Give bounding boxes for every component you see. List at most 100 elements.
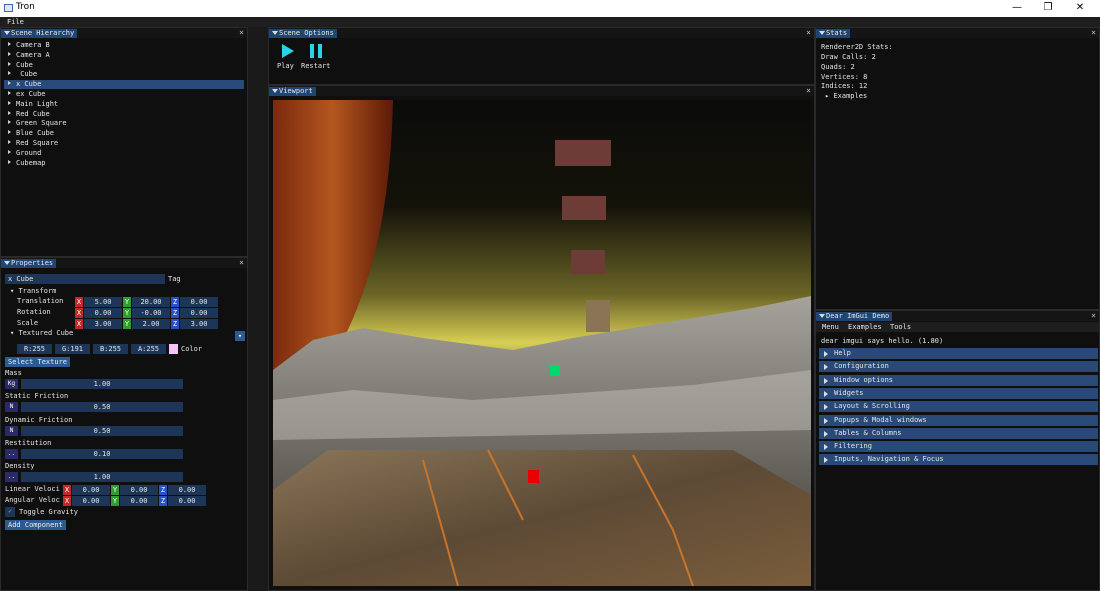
dynamic-friction-input[interactable]: 0.50 — [21, 426, 183, 436]
hierarchy-item[interactable]: Green Square — [8, 119, 67, 128]
hierarchy-item-label: Blue Cube — [16, 129, 54, 138]
menu-file[interactable]: File — [7, 18, 24, 26]
demo-section-header[interactable]: Configuration — [819, 361, 1098, 373]
color-a-field[interactable]: A:255 — [131, 344, 166, 354]
demo-menu-menu[interactable]: Menu — [822, 322, 839, 332]
hierarchy-item[interactable]: Cube — [8, 70, 37, 79]
demo-section-label: Filtering — [834, 442, 872, 451]
linear-x-input[interactable]: 0.00 — [72, 485, 110, 495]
maximize-button[interactable]: ❐ — [1034, 0, 1062, 17]
demo-section-header[interactable]: Help — [819, 348, 1098, 359]
demo-section-header[interactable]: Filtering — [819, 441, 1098, 453]
hierarchy-item[interactable]: Camera B — [8, 41, 50, 50]
angular-x-input[interactable]: 0.00 — [72, 496, 110, 506]
hierarchy-item[interactable]: Camera A — [8, 51, 50, 60]
color-g-field[interactable]: G:191 — [55, 344, 90, 354]
hierarchy-item-label: Camera A — [16, 50, 50, 59]
play-button[interactable]: Play — [277, 43, 297, 75]
scale-z-input[interactable]: 3.00 — [180, 319, 218, 329]
demo-section-header[interactable]: Tables & Columns — [819, 427, 1098, 439]
panel-header: Scene Options × — [269, 28, 814, 38]
hierarchy-item[interactable]: Ground — [8, 149, 41, 158]
rotation-y-input[interactable]: -0.00 — [132, 308, 170, 318]
tab-scene-options[interactable]: Scene Options — [269, 29, 337, 38]
hierarchy-item-label: Main Light — [16, 99, 59, 108]
scene-options-panel: Scene Options × Play Restart — [268, 27, 815, 85]
hierarchy-item-label: Green Square — [16, 119, 67, 128]
panel-header: Dear ImGui Demo × — [816, 311, 1099, 321]
hierarchy-item[interactable]: Red Cube — [8, 110, 50, 119]
demo-section-header[interactable]: Popups & Modal windows — [819, 414, 1098, 426]
close-icon[interactable]: × — [1091, 28, 1096, 38]
hierarchy-item[interactable]: Main Light — [8, 100, 58, 109]
translation-y-input[interactable]: 20.00 — [132, 297, 170, 307]
linear-y-input[interactable]: 0.00 — [120, 485, 158, 495]
angular-z-input[interactable]: 0.00 — [168, 496, 206, 506]
scale-x-axis-label: X — [75, 319, 83, 329]
app-icon — [4, 4, 13, 12]
angular-y-input[interactable]: 0.00 — [120, 496, 158, 506]
demo-section-header[interactable]: Window options — [819, 374, 1098, 386]
color-b-field[interactable]: B:255 — [93, 344, 128, 354]
color-r-field[interactable]: R:255 — [17, 344, 52, 354]
hierarchy-item[interactable]: Red Square — [8, 139, 58, 148]
scale-x-input[interactable]: 3.00 — [84, 319, 122, 329]
add-component-button[interactable]: Add Component — [5, 520, 66, 530]
hierarchy-item[interactable]: Blue Cube — [8, 129, 54, 138]
select-texture-button[interactable]: Select Texture — [5, 357, 71, 367]
close-icon[interactable]: × — [806, 86, 811, 96]
linear-z-axis-label: Z — [159, 485, 167, 495]
demo-menu-examples[interactable]: Examples — [848, 322, 882, 332]
translation-y-axis-label: Y — [123, 297, 131, 307]
hierarchy-item-label: Cube — [16, 70, 38, 79]
scale-y-input[interactable]: 2.00 — [132, 319, 170, 329]
tag-label: Tag — [168, 275, 181, 283]
pause-icon — [310, 44, 322, 58]
close-icon[interactable]: × — [239, 258, 244, 268]
linear-z-input[interactable]: 0.00 — [168, 485, 206, 495]
hierarchy-item[interactable]: Cube — [8, 61, 33, 70]
demo-section-header[interactable]: Layout & Scrolling — [819, 401, 1098, 413]
menu-bar: File — [0, 17, 1100, 27]
component-options-button[interactable]: ▾ — [235, 331, 245, 341]
scale-z-axis-label: Z — [171, 319, 179, 329]
tab-imgui-demo[interactable]: Dear ImGui Demo — [816, 312, 893, 321]
quads: Quads: 2 — [821, 63, 855, 71]
hierarchy-item[interactable]: x Cube — [4, 80, 244, 90]
mass-input[interactable]: 1.00 — [21, 379, 183, 389]
demo-section-header[interactable]: Inputs, Navigation & Focus — [819, 454, 1098, 466]
hierarchy-item[interactable]: Cubemap — [8, 159, 46, 168]
demo-section-header[interactable]: Widgets — [819, 387, 1098, 399]
examples-toggle[interactable]: ▸ Examples — [825, 91, 867, 101]
translation-z-axis-label: Z — [171, 297, 179, 307]
minimize-button[interactable]: — — [1003, 0, 1031, 17]
close-icon[interactable]: × — [239, 28, 244, 38]
rotation-z-input[interactable]: 0.00 — [180, 308, 218, 318]
close-icon[interactable]: × — [1091, 311, 1096, 321]
panel-header: Scene Hierarchy × — [1, 28, 247, 38]
density-input[interactable]: 1.00 — [21, 472, 183, 482]
linear-x-axis-label: X — [63, 485, 71, 495]
restitution-label: Restitution — [5, 439, 52, 447]
viewport-scene[interactable] — [273, 100, 811, 586]
close-window-button[interactable]: ✕ — [1066, 0, 1094, 17]
transform-toggle[interactable]: ▾ Transform — [10, 286, 56, 296]
demo-menu-tools[interactable]: Tools — [890, 322, 911, 332]
tab-stats[interactable]: Stats — [816, 29, 851, 38]
translation-z-input[interactable]: 0.00 — [180, 297, 218, 307]
translation-x-input[interactable]: 5.00 — [84, 297, 122, 307]
restitution-input[interactable]: 0.10 — [21, 449, 183, 459]
tab-properties[interactable]: Properties — [1, 259, 57, 268]
hierarchy-item[interactable]: ex Cube — [8, 90, 46, 99]
static-friction-input[interactable]: 0.50 — [21, 402, 183, 412]
toggle-gravity-checkbox[interactable]: ✓ — [5, 507, 15, 517]
color-swatch[interactable] — [169, 344, 178, 354]
close-icon[interactable]: × — [806, 28, 811, 38]
rotation-x-input[interactable]: 0.00 — [84, 308, 122, 318]
restart-button[interactable]: Restart — [301, 43, 331, 75]
rotation-z-axis-label: Z — [171, 308, 179, 318]
tab-scene-hierarchy[interactable]: Scene Hierarchy — [1, 29, 78, 38]
tab-viewport[interactable]: Viewport — [269, 87, 316, 96]
density-label: Density — [5, 462, 35, 470]
textured-cube-toggle[interactable]: ▾ Textured Cube — [10, 328, 73, 338]
